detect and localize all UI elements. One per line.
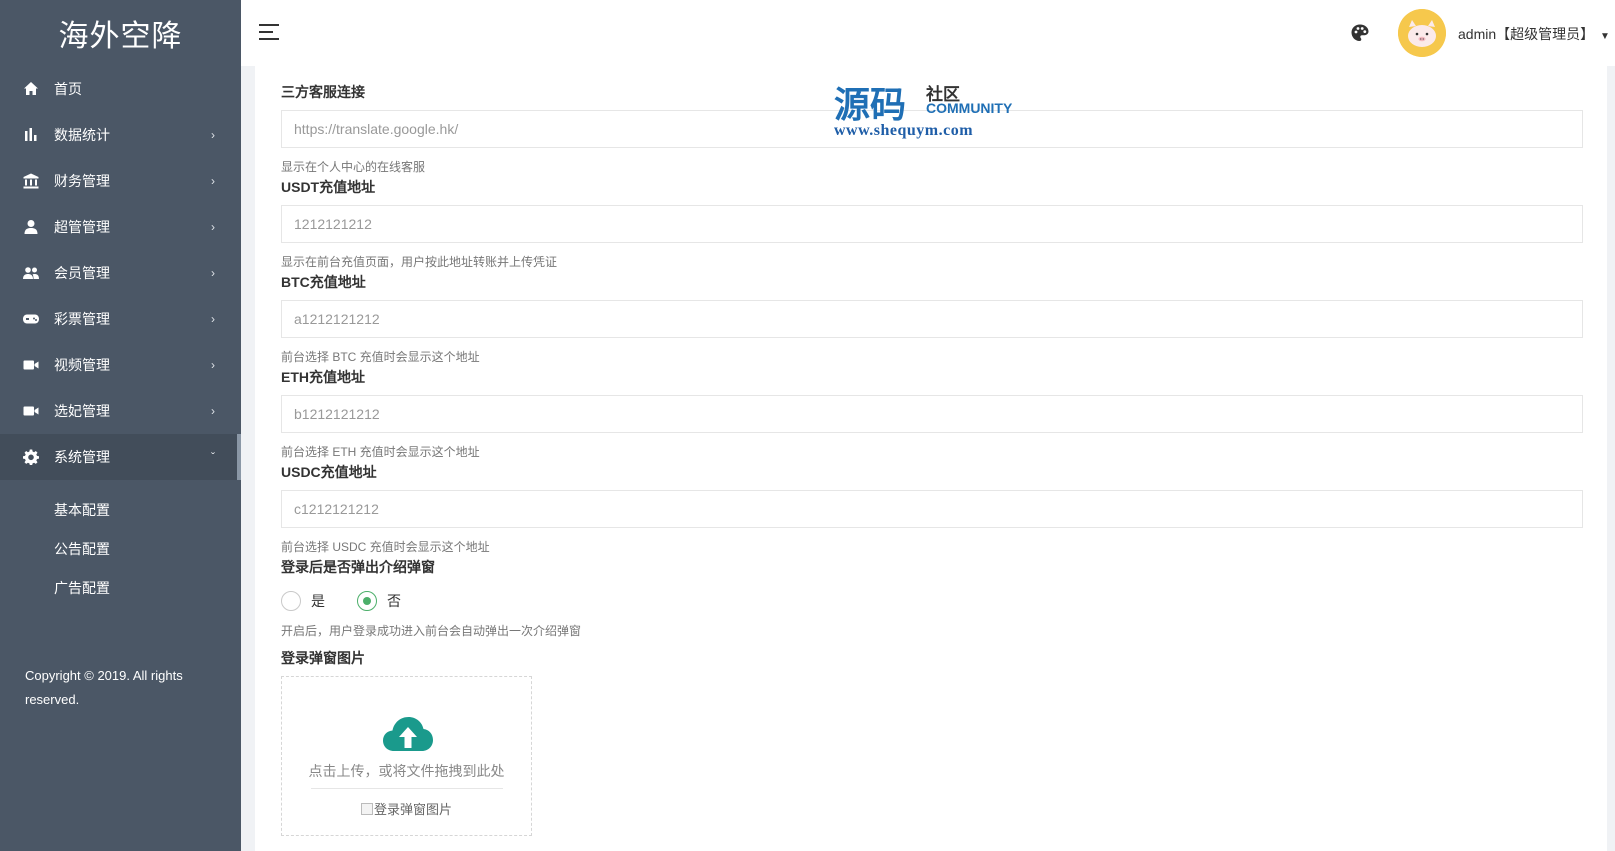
sidebar-nav: 首页 数据统计 › 财务管理 › 超管管理 › 会员管理 › 彩票管理 › 视频… <box>0 66 241 480</box>
sidebar-item-label: 视频管理 <box>54 357 110 373</box>
sidebar-item-members[interactable]: 会员管理 › <box>0 250 241 296</box>
caret-down-icon: ▼ <box>1600 31 1610 42</box>
sidebar-item-home[interactable]: 首页 <box>0 66 241 112</box>
chevron-down-icon: ˇ <box>211 450 215 464</box>
field-label: ETH充值地址 <box>281 369 365 385</box>
usdc-address-input[interactable] <box>281 490 1583 528</box>
popup-no-radio[interactable] <box>357 591 377 611</box>
field-help: 前台选择 BTC 充值时会显示这个地址 <box>281 350 480 364</box>
service-link-input[interactable] <box>281 110 1583 148</box>
popup-yes-radio[interactable] <box>281 591 301 611</box>
bar-chart-icon <box>22 126 40 144</box>
copyright-text: Copyright © 2019. All rights reserved. <box>25 668 183 707</box>
user-icon <box>22 218 40 236</box>
sidebar-item-video[interactable]: 视频管理 › <box>0 342 241 388</box>
field-label: USDC充值地址 <box>281 464 377 480</box>
sidebar-item-finance[interactable]: 财务管理 › <box>0 158 241 204</box>
sidebar-item-selection[interactable]: 选妃管理 › <box>0 388 241 434</box>
users-icon <box>22 264 40 282</box>
field-label: BTC充值地址 <box>281 274 366 290</box>
field-service-link: 三方客服连接 显示在个人中心的在线客服 <box>281 82 1583 175</box>
field-label: 登录后是否弹出介绍弹窗 <box>281 559 435 575</box>
sidebar-item-label: 彩票管理 <box>54 311 110 327</box>
upload-hint: 点击上传，或将文件拖拽到此处 <box>308 763 505 779</box>
field-usdc-address: USDC充值地址 前台选择 USDC 充值时会显示这个地址 <box>281 462 1583 555</box>
bank-icon <box>22 172 40 190</box>
field-eth-address: ETH充值地址 前台选择 ETH 充值时会显示这个地址 <box>281 367 1583 460</box>
sidebar-item-admin[interactable]: 超管管理 › <box>0 204 241 250</box>
sidebar-item-label: 超管管理 <box>54 219 110 235</box>
btc-address-input[interactable] <box>281 300 1583 338</box>
cloud-upload-icon <box>383 717 433 751</box>
usdt-address-input[interactable] <box>281 205 1583 243</box>
sidebar-item-lottery[interactable]: 彩票管理 › <box>0 296 241 342</box>
avatar[interactable] <box>1398 9 1446 57</box>
settings-form: 三方客服连接 显示在个人中心的在线客服 USDT充值地址 显示在前台充值页面，用… <box>255 66 1607 851</box>
field-label: 登录弹窗图片 <box>281 650 365 666</box>
popup-radio-group: 是 否 <box>281 591 581 611</box>
user-name-label: admin【超级管理员】 <box>1458 26 1595 42</box>
field-help: 开启后，用户登录成功进入前台会自动弹出一次介绍弹窗 <box>281 624 582 638</box>
app-logo: 海外空降 <box>58 19 183 54</box>
chevron-right-icon: › <box>211 312 215 326</box>
chevron-right-icon: › <box>211 358 215 372</box>
image-preview: 登录弹窗图片 <box>282 799 531 818</box>
sidebar-item-system[interactable]: 系统管理 ˇ <box>0 434 241 480</box>
gamepad-icon <box>22 310 40 328</box>
field-login-popup: 登录后是否弹出介绍弹窗 是 否 开启后，用户登录成功进入前台会自动弹出一次介绍弹… <box>281 557 581 639</box>
sidebar-item-label: 系统管理 <box>54 449 110 465</box>
eth-address-input[interactable] <box>281 395 1583 433</box>
broken-image-icon <box>360 803 373 815</box>
field-help: 显示在个人中心的在线客服 <box>281 160 426 174</box>
sidebar-item-statistics[interactable]: 数据统计 › <box>0 112 241 158</box>
image-upload-dropzone[interactable]: 点击上传，或将文件拖拽到此处 登录弹窗图片 <box>281 676 532 836</box>
field-usdt-address: USDT充值地址 显示在前台充值页面，用户按此地址转账并上传凭证 <box>281 177 1583 270</box>
field-label: USDT充值地址 <box>281 179 376 195</box>
chevron-right-icon: › <box>211 404 215 418</box>
field-help: 前台选择 ETH 充值时会显示这个地址 <box>281 445 480 459</box>
chevron-right-icon: › <box>211 220 215 234</box>
home-icon <box>22 80 40 98</box>
chevron-right-icon: › <box>211 266 215 280</box>
submenu-item-ad-config[interactable]: 广告配置 <box>0 568 241 607</box>
sidebar-item-label: 首页 <box>54 81 82 97</box>
divider <box>311 788 503 789</box>
field-help: 显示在前台充值页面，用户按此地址转账并上传凭证 <box>281 255 558 269</box>
user-menu[interactable]: admin【超级管理员】 ▼ <box>1458 24 1610 44</box>
field-help: 前台选择 USDC 充值时会显示这个地址 <box>281 540 490 554</box>
field-label: 三方客服连接 <box>281 84 365 100</box>
top-header: admin【超级管理员】 ▼ <box>241 0 1615 66</box>
chevron-right-icon: › <box>211 128 215 142</box>
palette-icon[interactable] <box>1350 23 1370 43</box>
sidebar-item-label: 数据统计 <box>54 127 110 143</box>
sidebar-item-label: 财务管理 <box>54 173 110 189</box>
gear-icon <box>22 448 40 466</box>
sidebar: 海外空降 首页 数据统计 › 财务管理 › 超管管理 › 会员管理 › 彩票管理 <box>0 0 241 851</box>
video-icon <box>22 356 40 374</box>
video-icon <box>22 402 40 420</box>
image-preview-alt: 登录弹窗图片 <box>373 802 452 817</box>
field-btc-address: BTC充值地址 前台选择 BTC 充值时会显示这个地址 <box>281 272 1583 365</box>
menu-toggle-icon[interactable] <box>259 24 281 42</box>
sidebar-item-label: 选妃管理 <box>54 403 110 419</box>
radio-label: 是 <box>311 593 325 609</box>
chevron-right-icon: › <box>211 174 215 188</box>
sidebar-item-label: 会员管理 <box>54 265 110 281</box>
field-popup-image: 登录弹窗图片 点击上传，或将文件拖拽到此处 登录弹窗图片 <box>281 648 532 836</box>
radio-label: 否 <box>387 593 401 609</box>
submenu-item-basic-config[interactable]: 基本配置 <box>0 490 241 529</box>
system-submenu: 基本配置 公告配置 广告配置 <box>0 480 241 613</box>
submenu-item-notice-config[interactable]: 公告配置 <box>0 529 241 568</box>
